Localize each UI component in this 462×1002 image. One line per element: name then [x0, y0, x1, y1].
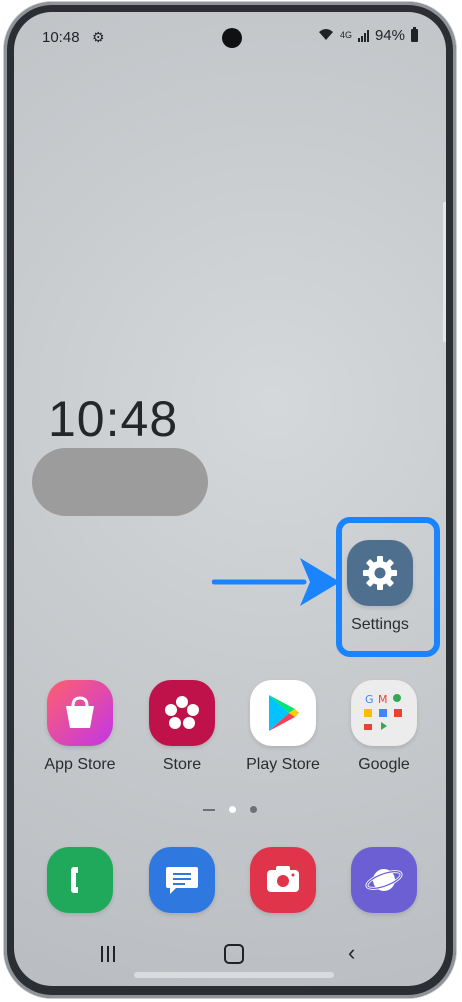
app-label: Store	[162, 756, 202, 773]
battery-icon	[411, 27, 418, 42]
recent-apps-icon[interactable]	[101, 946, 115, 962]
bottom-edge	[134, 972, 334, 978]
browser-app[interactable]	[338, 847, 430, 913]
signal-icon	[357, 29, 369, 42]
app-label: Google	[358, 756, 410, 773]
app-label: App Store	[44, 756, 116, 773]
svg-text:G: G	[365, 693, 374, 706]
messages-icon[interactable]	[149, 847, 215, 913]
home-icon[interactable]	[224, 944, 244, 964]
settings-status-icon: ⚙	[92, 29, 105, 45]
page-dot-active	[229, 806, 236, 813]
browser-icon[interactable]	[351, 847, 417, 913]
phone-icon[interactable]	[47, 847, 113, 913]
camera-icon[interactable]	[250, 847, 316, 913]
wifi-icon	[318, 28, 334, 44]
phone-app[interactable]	[34, 847, 126, 913]
messages-app[interactable]	[136, 847, 228, 913]
status-bar: 10:48 ⚙ 4G 94%	[14, 12, 446, 58]
lockscreen-clock: 10:48	[48, 391, 179, 447]
play-store-icon[interactable]	[250, 680, 316, 746]
dock	[14, 847, 446, 917]
status-indicators: 4G 94%	[318, 27, 418, 44]
shopping-bag-icon[interactable]	[47, 680, 113, 746]
svg-text:M: M	[378, 693, 388, 706]
page-indicator	[14, 806, 446, 813]
flower-icon[interactable]	[149, 680, 215, 746]
network-type: 4G	[339, 30, 352, 40]
play-store-app[interactable]: Play Store	[237, 680, 329, 774]
page-indicator-dash	[203, 808, 215, 811]
settings-label: Settings	[351, 616, 409, 633]
google-folder-icon[interactable]: G M	[351, 680, 417, 746]
camera-app[interactable]	[237, 847, 329, 913]
volume-button	[443, 202, 446, 342]
settings-icon[interactable]	[347, 540, 413, 606]
settings-app[interactable]: Settings	[334, 540, 426, 634]
back-icon[interactable]: ‹	[348, 940, 355, 966]
status-time: 10:48	[42, 29, 80, 46]
google-folder[interactable]: G M Google	[338, 680, 430, 774]
battery-percentage: 94%	[374, 27, 405, 44]
phone-screen: 10:48 ⚙ 4G 94% 10:48 Settings App Store …	[14, 12, 446, 986]
app-store-app[interactable]: App Store	[34, 680, 126, 774]
redacted-date	[32, 448, 208, 516]
pointer-arrow-icon	[212, 558, 340, 606]
store-app[interactable]: Store	[136, 680, 228, 774]
page-dot	[250, 806, 257, 813]
front-camera	[222, 28, 242, 48]
app-label: Play Store	[246, 756, 320, 773]
